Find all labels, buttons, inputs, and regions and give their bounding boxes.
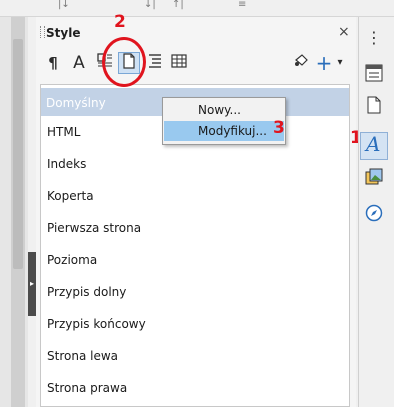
dropdown-arrow-icon[interactable]: ▾ xyxy=(334,52,346,74)
list-item[interactable]: Przypis dolny xyxy=(47,285,126,299)
toolbar-glyph-1[interactable]: |↓ xyxy=(58,0,70,10)
close-icon[interactable]: × xyxy=(338,24,350,40)
context-menu: Nowy... Modyfikuj... xyxy=(162,97,286,145)
menu-item-new[interactable]: Nowy... xyxy=(164,100,284,120)
list-styles-icon[interactable] xyxy=(144,52,166,74)
list-item[interactable]: Indeks xyxy=(47,157,86,171)
scrollbar-thumb[interactable] xyxy=(13,39,23,269)
panel-title: Style xyxy=(46,26,81,40)
annotation-circle xyxy=(102,37,146,87)
table-styles-icon[interactable] xyxy=(168,52,190,74)
list-item[interactable]: Pierwsza strona xyxy=(47,221,141,235)
annotation-number-3: 3 xyxy=(273,118,285,138)
list-item[interactable]: Strona prawa xyxy=(47,381,127,395)
list-item[interactable]: Pozioma xyxy=(47,253,97,267)
menu-item-label: Modyfikuj... xyxy=(198,124,267,138)
list-item[interactable]: Koperta xyxy=(47,189,94,203)
toolbar-glyph-3[interactable]: ↑| xyxy=(172,0,184,10)
list-item[interactable]: HTML xyxy=(47,125,80,139)
gallery-icon[interactable] xyxy=(362,168,386,192)
top-toolbar: |↓ ↓| ↑| ≡ xyxy=(0,0,394,17)
vertical-scrollbar[interactable] xyxy=(11,17,25,407)
sidebar-menu-icon[interactable]: ⋮ xyxy=(362,26,386,50)
character-styles-icon[interactable]: A xyxy=(68,52,90,74)
list-item[interactable]: Przypis końcowy xyxy=(47,317,146,331)
paragraph-styles-icon[interactable]: ¶ xyxy=(42,52,64,74)
page-icon[interactable] xyxy=(362,96,386,120)
panel-grip[interactable] xyxy=(40,26,45,38)
styles-icon[interactable]: A xyxy=(360,132,388,160)
svg-text:A: A xyxy=(364,133,380,155)
list-item[interactable]: Strona lewa xyxy=(47,349,118,363)
fill-format-icon[interactable] xyxy=(290,52,312,74)
toolbar-glyph-4[interactable]: ≡ xyxy=(238,0,246,10)
menu-item-label: Nowy... xyxy=(198,103,241,117)
list-item-label: Domyślny xyxy=(46,96,106,110)
collapse-panel-handle[interactable]: ▸ xyxy=(28,252,36,316)
navigator-icon[interactable] xyxy=(362,204,386,228)
new-style-icon[interactable]: + xyxy=(313,52,335,74)
properties-icon[interactable] xyxy=(362,64,386,88)
annotation-number-2: 2 xyxy=(114,12,126,32)
toolbar-glyph-2[interactable]: ↓| xyxy=(144,0,156,10)
menu-item-modify[interactable]: Modyfikuj... xyxy=(164,121,284,141)
